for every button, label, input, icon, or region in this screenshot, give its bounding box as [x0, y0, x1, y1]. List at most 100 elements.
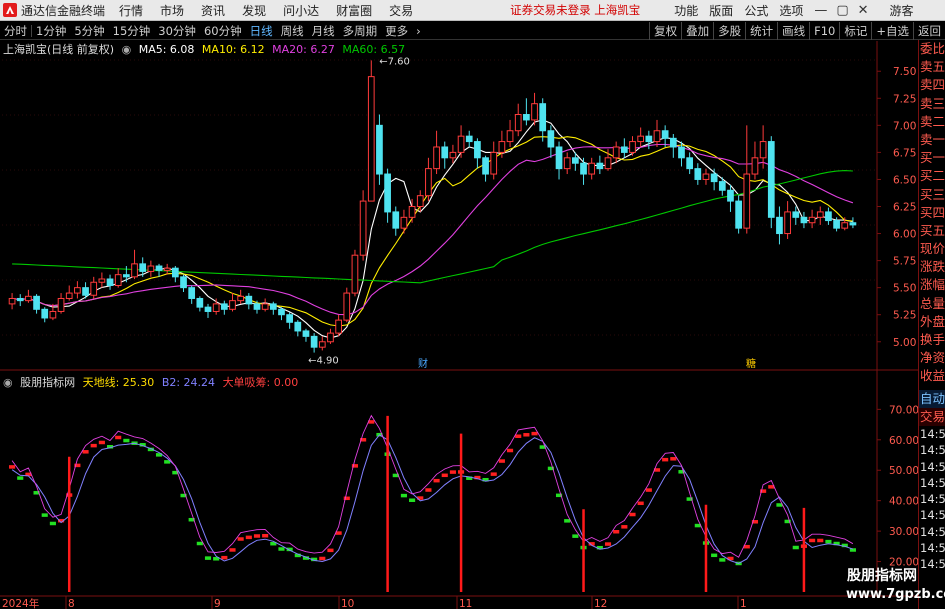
indicator-bar — [204, 556, 212, 560]
side-item-1: 卖五 — [920, 59, 945, 75]
indicator-tick-label: 40.00 — [889, 496, 918, 508]
main-chart-legend: 上海凯宝(日线 前复权) ◉ MA5: 6.08 MA10: 6.12 MA20… — [3, 41, 409, 57]
candle-body — [498, 141, 506, 153]
candle-body — [155, 265, 163, 271]
candle-body — [278, 308, 285, 316]
candle — [841, 217, 849, 231]
indicator-bar — [253, 534, 261, 538]
indicator-bar — [809, 538, 816, 543]
candle — [694, 163, 702, 185]
candle — [278, 307, 285, 321]
kline-chart[interactable]: ←7.60 ←4.90 财 糖 7.50 7.25 7.00 6.75 6.50 6.25 6.00… — [0, 0, 918, 609]
indicator-bar — [441, 473, 448, 478]
side-trade[interactable]: 交易 — [919, 407, 945, 426]
candle — [588, 157, 596, 180]
candle-body — [612, 146, 620, 159]
candle — [384, 168, 391, 223]
side-auto[interactable]: 自动 — [919, 389, 945, 408]
candle — [669, 133, 677, 158]
candle-body — [25, 295, 32, 302]
candle — [523, 98, 530, 126]
side-time-list: 14:5614:5614:5614:5614:5614:5614:5614:56… — [919, 426, 945, 573]
candle-body — [359, 200, 367, 256]
candle — [41, 307, 49, 323]
candle — [114, 268, 122, 288]
side-time-5: 14:56 — [920, 508, 945, 523]
candlesticks — [8, 60, 857, 353]
candle — [327, 328, 334, 344]
candle — [457, 125, 465, 158]
indicator-bar — [531, 431, 538, 436]
candle-body — [588, 162, 596, 175]
candle-body — [702, 173, 710, 180]
candle-body — [327, 332, 334, 343]
b2-line — [11, 434, 854, 564]
candle — [800, 211, 808, 229]
candle-body — [41, 308, 49, 319]
stock-name-label[interactable]: 上海凯宝(日线 前复权) — [3, 43, 114, 56]
side-item-18: 收益 — [920, 368, 945, 384]
indicator-bar — [613, 529, 620, 534]
side-item-14: 总量 — [920, 295, 945, 311]
side-item-15: 外盘 — [920, 313, 945, 329]
candle-body — [269, 303, 277, 310]
candle-body — [180, 276, 187, 289]
price-tick-label: 7.25 — [893, 93, 916, 105]
candle — [229, 293, 236, 312]
candle — [351, 249, 359, 297]
indicator-tick-label: 30.00 — [889, 526, 918, 538]
candle-body — [727, 189, 734, 202]
date-month-label: 10 — [341, 598, 354, 609]
candle-body — [139, 263, 147, 272]
indicator-bar — [825, 539, 832, 544]
candle-body — [743, 173, 751, 229]
settings-gear-icon[interactable]: ◉ — [122, 43, 132, 56]
candle-body — [8, 297, 16, 305]
candle — [98, 272, 106, 288]
candle-body — [74, 287, 81, 294]
candle-body — [302, 330, 310, 337]
candle-body — [237, 295, 245, 302]
candle-body — [335, 319, 342, 334]
price-tick-label: 7.00 — [893, 120, 916, 132]
candle-body — [555, 146, 563, 170]
indicator-bar — [506, 448, 514, 453]
candle-body — [816, 211, 824, 218]
indicator-bar — [629, 512, 636, 517]
low-price-annotation: ←4.90 — [308, 356, 339, 367]
indicator-bar — [662, 457, 669, 462]
watermark: 股朋指标网 www.7gpzb.com — [846, 566, 945, 609]
side-item-4: 卖二 — [920, 113, 945, 129]
candle-body — [441, 146, 449, 159]
candle — [163, 263, 171, 275]
candle — [482, 155, 489, 182]
candle-body — [425, 168, 432, 197]
candle-body — [220, 303, 228, 310]
candle — [425, 157, 432, 202]
price-tick-label: 5.00 — [893, 337, 916, 349]
candle — [751, 141, 759, 180]
indicator-gear-icon[interactable]: ◉ — [3, 376, 13, 389]
candle-body — [147, 265, 155, 272]
candle-body — [367, 76, 375, 202]
candle-body — [637, 135, 645, 143]
indicator-bar — [262, 533, 269, 538]
candle — [735, 195, 742, 234]
indicator-bar — [433, 478, 440, 483]
candle-body — [294, 321, 302, 332]
candle-body — [547, 130, 555, 148]
indicator-bar — [711, 553, 718, 558]
indicator-bar — [400, 493, 407, 498]
candle — [629, 136, 636, 156]
candle — [686, 152, 694, 175]
candle-body — [114, 274, 122, 286]
indicator-bar — [621, 525, 628, 529]
date-year-label: 2024年 — [2, 597, 39, 609]
indicator-bar — [817, 538, 824, 543]
indicator-name[interactable]: 股朋指标网 — [20, 376, 75, 389]
candle-body — [841, 222, 849, 229]
candle-body — [310, 335, 318, 348]
candle — [294, 320, 302, 337]
candle-body — [392, 211, 400, 229]
ma5-label: MA5: 6.08 — [138, 43, 195, 56]
